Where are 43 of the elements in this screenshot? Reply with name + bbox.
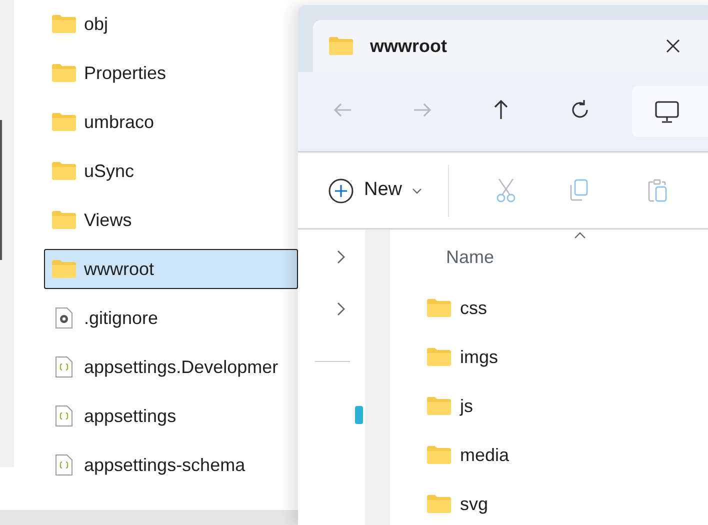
- tree-item[interactable]: uSync: [44, 151, 298, 191]
- tree-item[interactable]: obj: [44, 4, 298, 44]
- tree-item[interactable]: umbraco: [44, 102, 298, 142]
- folder-icon: [51, 112, 77, 132]
- file-name[interactable]: imgs: [460, 344, 498, 370]
- new-button[interactable]: New: [328, 168, 422, 212]
- settings-file-icon: [54, 307, 74, 329]
- folder-icon: [426, 347, 452, 367]
- tree-item[interactable]: .gitignore: [44, 298, 298, 338]
- window-title: wwwroot: [370, 34, 447, 58]
- close-icon[interactable]: [666, 39, 680, 53]
- file-name[interactable]: svg: [460, 490, 488, 518]
- folder-icon: [426, 396, 452, 416]
- tree-item[interactable]: appsettings.Developmer: [44, 347, 298, 387]
- chevron-right-icon[interactable]: [335, 302, 347, 316]
- folder-icon: [426, 494, 452, 514]
- file-name[interactable]: media: [460, 442, 510, 468]
- window-tab[interactable]: wwwroot: [313, 20, 708, 72]
- tree-item[interactable]: appsettings: [44, 396, 298, 436]
- folder-icon: [51, 259, 77, 279]
- tree-item[interactable]: Properties: [44, 53, 298, 93]
- file-name[interactable]: js: [460, 392, 473, 420]
- plus-circle-icon: [328, 178, 354, 204]
- sort-ascending-icon[interactable]: [574, 232, 586, 239]
- tree-item[interactable]: wwwroot: [44, 249, 298, 289]
- folder-icon: [51, 161, 77, 181]
- json-file-icon: [54, 356, 74, 378]
- column-header[interactable]: Name: [446, 244, 494, 271]
- folder-icon: [426, 298, 452, 318]
- json-file-icon: [54, 405, 74, 427]
- chevron-down-icon: [412, 186, 422, 194]
- folder-icon: [51, 14, 77, 34]
- folder-icon: [51, 210, 77, 230]
- json-file-icon: [54, 454, 74, 476]
- folder-icon: [328, 36, 354, 56]
- tree-item[interactable]: Views: [44, 200, 298, 240]
- monitor-icon: [654, 100, 680, 124]
- this-pc-button[interactable]: [632, 86, 708, 137]
- folder-icon: [426, 445, 452, 465]
- chevron-right-icon[interactable]: [335, 250, 347, 264]
- tree-item[interactable]: appsettings-schema: [44, 445, 298, 485]
- folder-icon: [51, 63, 77, 83]
- file-name[interactable]: css: [460, 294, 487, 322]
